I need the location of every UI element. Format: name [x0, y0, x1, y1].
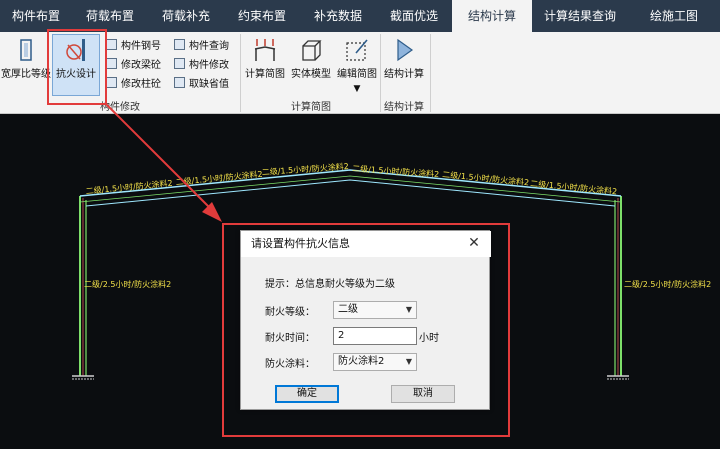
fire-info-dialog: 请设置构件抗火信息 ✕ 提示：总信息耐火等级为二级 耐火等级： 二级 ▼ 耐火时… — [240, 230, 491, 410]
tab-calc-result-query[interactable]: 计算结果查询 — [532, 0, 628, 32]
component-query-label: 构件查询 — [189, 41, 229, 52]
fire-rating-select[interactable]: 二级 ▼ — [333, 301, 417, 319]
fire-time-input[interactable]: 2 — [333, 327, 417, 345]
tab-load-layout[interactable]: 荷载布置 — [72, 0, 148, 32]
beam-concrete-icon — [106, 58, 117, 69]
default-value-label: 取缺省值 — [189, 79, 229, 90]
tab-construction-drawing[interactable]: 绘施工图 — [628, 0, 720, 32]
structure-calc-button[interactable]: 结构计算 — [380, 34, 428, 94]
rebar-button[interactable]: 构件钢号 — [106, 36, 161, 53]
app-window: 构件布置 荷载布置 荷载补充 约束布置 补充数据 截面优选 结构计算 计算结果查… — [0, 0, 720, 449]
tab-section-optimize[interactable]: 截面优选 — [376, 0, 452, 32]
ok-button[interactable]: 确定 — [275, 385, 339, 403]
solid-model-label: 实体模型 — [291, 69, 331, 80]
structure-calc-label: 结构计算 — [384, 69, 424, 80]
coating-select[interactable]: 防火涂料2 ▼ — [333, 353, 417, 371]
coating-value: 防火涂料2 — [338, 356, 385, 367]
fire-design-label: 抗火设计 — [56, 69, 96, 80]
column-label-left: 二级/2.5小时/防火涂料2 — [84, 279, 171, 289]
cancel-button[interactable]: 取消 — [391, 385, 455, 403]
group-label-component-modify: 构件修改 — [100, 102, 140, 113]
tab-structure-calc[interactable]: 结构计算 — [452, 0, 532, 32]
edit-diagram-icon — [344, 37, 370, 63]
query-icon — [174, 39, 185, 50]
group-separator — [430, 34, 431, 112]
rebar-label: 构件钢号 — [121, 41, 161, 52]
calc-diagram-label: 计算简图 — [245, 69, 285, 80]
edit-diagram-label: 编辑简图 — [337, 69, 377, 80]
dialog-hint: 提示：总信息耐火等级为二级 — [265, 279, 395, 290]
coating-label: 防火涂料： — [265, 359, 315, 370]
ribbon: 宽厚比等级 抗火设计 构件钢号 修改梁砼 修改柱砼 构件查询 构件修改 取缺省值… — [0, 32, 720, 114]
tab-constraint-layout[interactable]: 约束布置 — [224, 0, 300, 32]
chevron-down-icon: ▼ — [405, 305, 412, 314]
cube-icon — [298, 37, 324, 63]
column-concrete-label: 修改柱砼 — [121, 79, 161, 90]
column-concrete-icon — [106, 77, 117, 88]
default-value-icon — [174, 77, 185, 88]
modify-icon — [174, 58, 185, 69]
fire-time-unit: 小时 — [419, 333, 439, 344]
edit-diagram-button[interactable]: 编辑简图 ▼ — [334, 34, 380, 94]
group-label-structure-calc: 结构计算 — [384, 102, 424, 113]
dialog-title: 请设置构件抗火信息 — [241, 231, 491, 257]
fire-design-button[interactable]: 抗火设计 — [52, 34, 100, 94]
calc-diagram-button[interactable]: 计算简图 — [242, 34, 288, 94]
component-query-button[interactable]: 构件查询 — [174, 36, 229, 53]
play-icon — [391, 37, 417, 63]
fire-rating-label: 耐火等级： — [265, 307, 315, 318]
thickness-ratio-button[interactable]: 宽厚比等级 — [0, 34, 52, 94]
fire-time-label: 耐火时间： — [265, 333, 315, 344]
component-modify-label: 构件修改 — [189, 60, 229, 71]
group-separator — [240, 34, 241, 112]
tab-supplement-data[interactable]: 补充数据 — [300, 0, 376, 32]
column-concrete-button[interactable]: 修改柱砼 — [106, 74, 161, 91]
rafter-label: 二级/1.5小时/防火涂料2 — [530, 178, 618, 196]
rafter-label: 二级/1.5小时/防火涂料2 — [175, 169, 263, 187]
fire-design-icon — [63, 37, 89, 63]
beam-concrete-button[interactable]: 修改梁砼 — [106, 55, 161, 72]
default-value-button[interactable]: 取缺省值 — [174, 74, 229, 91]
chevron-down-icon[interactable]: ▼ — [334, 84, 380, 94]
column-label-right: 二级/2.5小时/防火涂料2 — [624, 279, 711, 289]
chevron-down-icon: ▼ — [405, 357, 412, 366]
close-icon[interactable]: ✕ — [467, 235, 481, 251]
tab-component-layout[interactable]: 构件布置 — [0, 0, 72, 32]
calc-diagram-icon — [252, 37, 278, 63]
thickness-ratio-label: 宽厚比等级 — [1, 69, 51, 80]
thickness-ratio-icon — [13, 37, 39, 63]
menu-bar: 构件布置 荷载布置 荷载补充 约束布置 补充数据 截面优选 结构计算 计算结果查… — [0, 0, 720, 32]
rebar-icon — [106, 39, 117, 50]
fire-rating-value: 二级 — [338, 304, 358, 315]
rafter-label: 二级/1.5小时/防火涂料2 — [442, 169, 530, 187]
rafter-label: 二级/1.5小时/防火涂料2 — [85, 178, 173, 196]
tab-load-supplement[interactable]: 荷载补充 — [148, 0, 224, 32]
rafter-label: 二级/1.5小时/防火涂料2 — [352, 163, 440, 179]
component-modify-button[interactable]: 构件修改 — [174, 55, 229, 72]
beam-concrete-label: 修改梁砼 — [121, 60, 161, 71]
solid-model-button[interactable]: 实体模型 — [288, 34, 334, 94]
group-label-calc-diagram: 计算简图 — [291, 102, 331, 113]
